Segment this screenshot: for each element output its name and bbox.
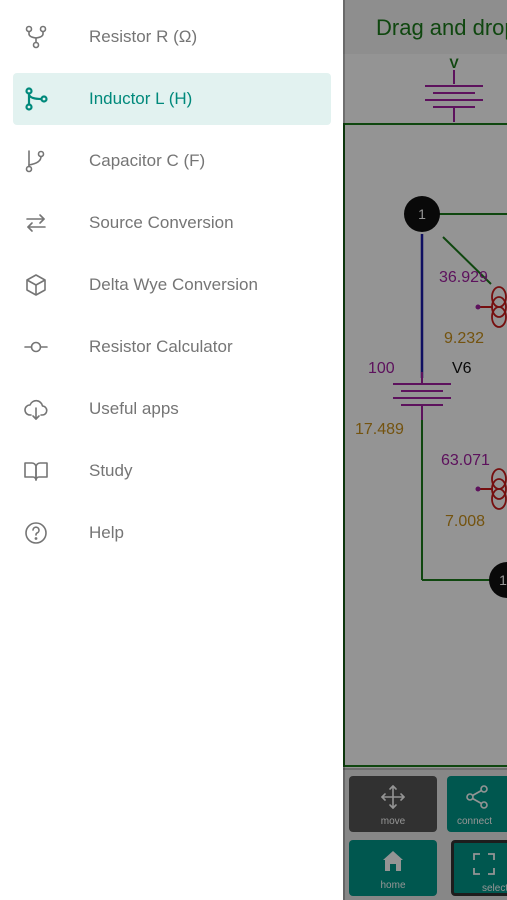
- git-branch-icon: [23, 148, 49, 174]
- menu-item-inductor[interactable]: Inductor L (H): [13, 73, 331, 125]
- swap-arrows-icon: [23, 210, 49, 236]
- menu-label-delta-wye: Delta Wye Conversion: [89, 275, 258, 294]
- menu-label-resistor-calculator: Resistor Calculator: [89, 337, 233, 356]
- menu-item-capacitor[interactable]: Capacitor C (F): [13, 135, 331, 187]
- help-circle-icon: [23, 520, 49, 546]
- menu-item-source-conversion[interactable]: Source Conversion: [13, 197, 331, 249]
- branch-icon: [23, 86, 49, 112]
- book-open-icon: [23, 458, 49, 484]
- menu-item-help[interactable]: Help: [13, 507, 331, 559]
- menu-item-resistor-calculator[interactable]: Resistor Calculator: [13, 321, 331, 373]
- commit-icon: [23, 334, 49, 360]
- menu-item-resistor[interactable]: Resistor R (Ω): [13, 11, 331, 63]
- menu-item-useful-apps[interactable]: Useful apps: [13, 383, 331, 435]
- cube-icon: [23, 272, 49, 298]
- cloud-download-icon: [23, 396, 49, 422]
- menu-label-help: Help: [89, 523, 124, 542]
- menu-label-resistor: Resistor R (Ω): [89, 27, 198, 46]
- menu-label-inductor: Inductor L (H): [89, 89, 193, 108]
- menu-item-study[interactable]: Study: [13, 445, 331, 497]
- navigation-drawer: Resistor R (Ω) Inductor L (H) Capacitor …: [0, 0, 343, 900]
- menu-label-capacitor: Capacitor C (F): [89, 151, 206, 170]
- menu-label-source-conversion: Source Conversion: [89, 213, 234, 232]
- fork-icon: [23, 24, 49, 50]
- drawer-edge: [343, 0, 345, 900]
- menu-label-useful-apps: Useful apps: [89, 399, 179, 418]
- drawer-scrim[interactable]: [343, 0, 507, 900]
- menu-item-delta-wye[interactable]: Delta Wye Conversion: [13, 259, 331, 311]
- menu-label-study: Study: [89, 461, 133, 480]
